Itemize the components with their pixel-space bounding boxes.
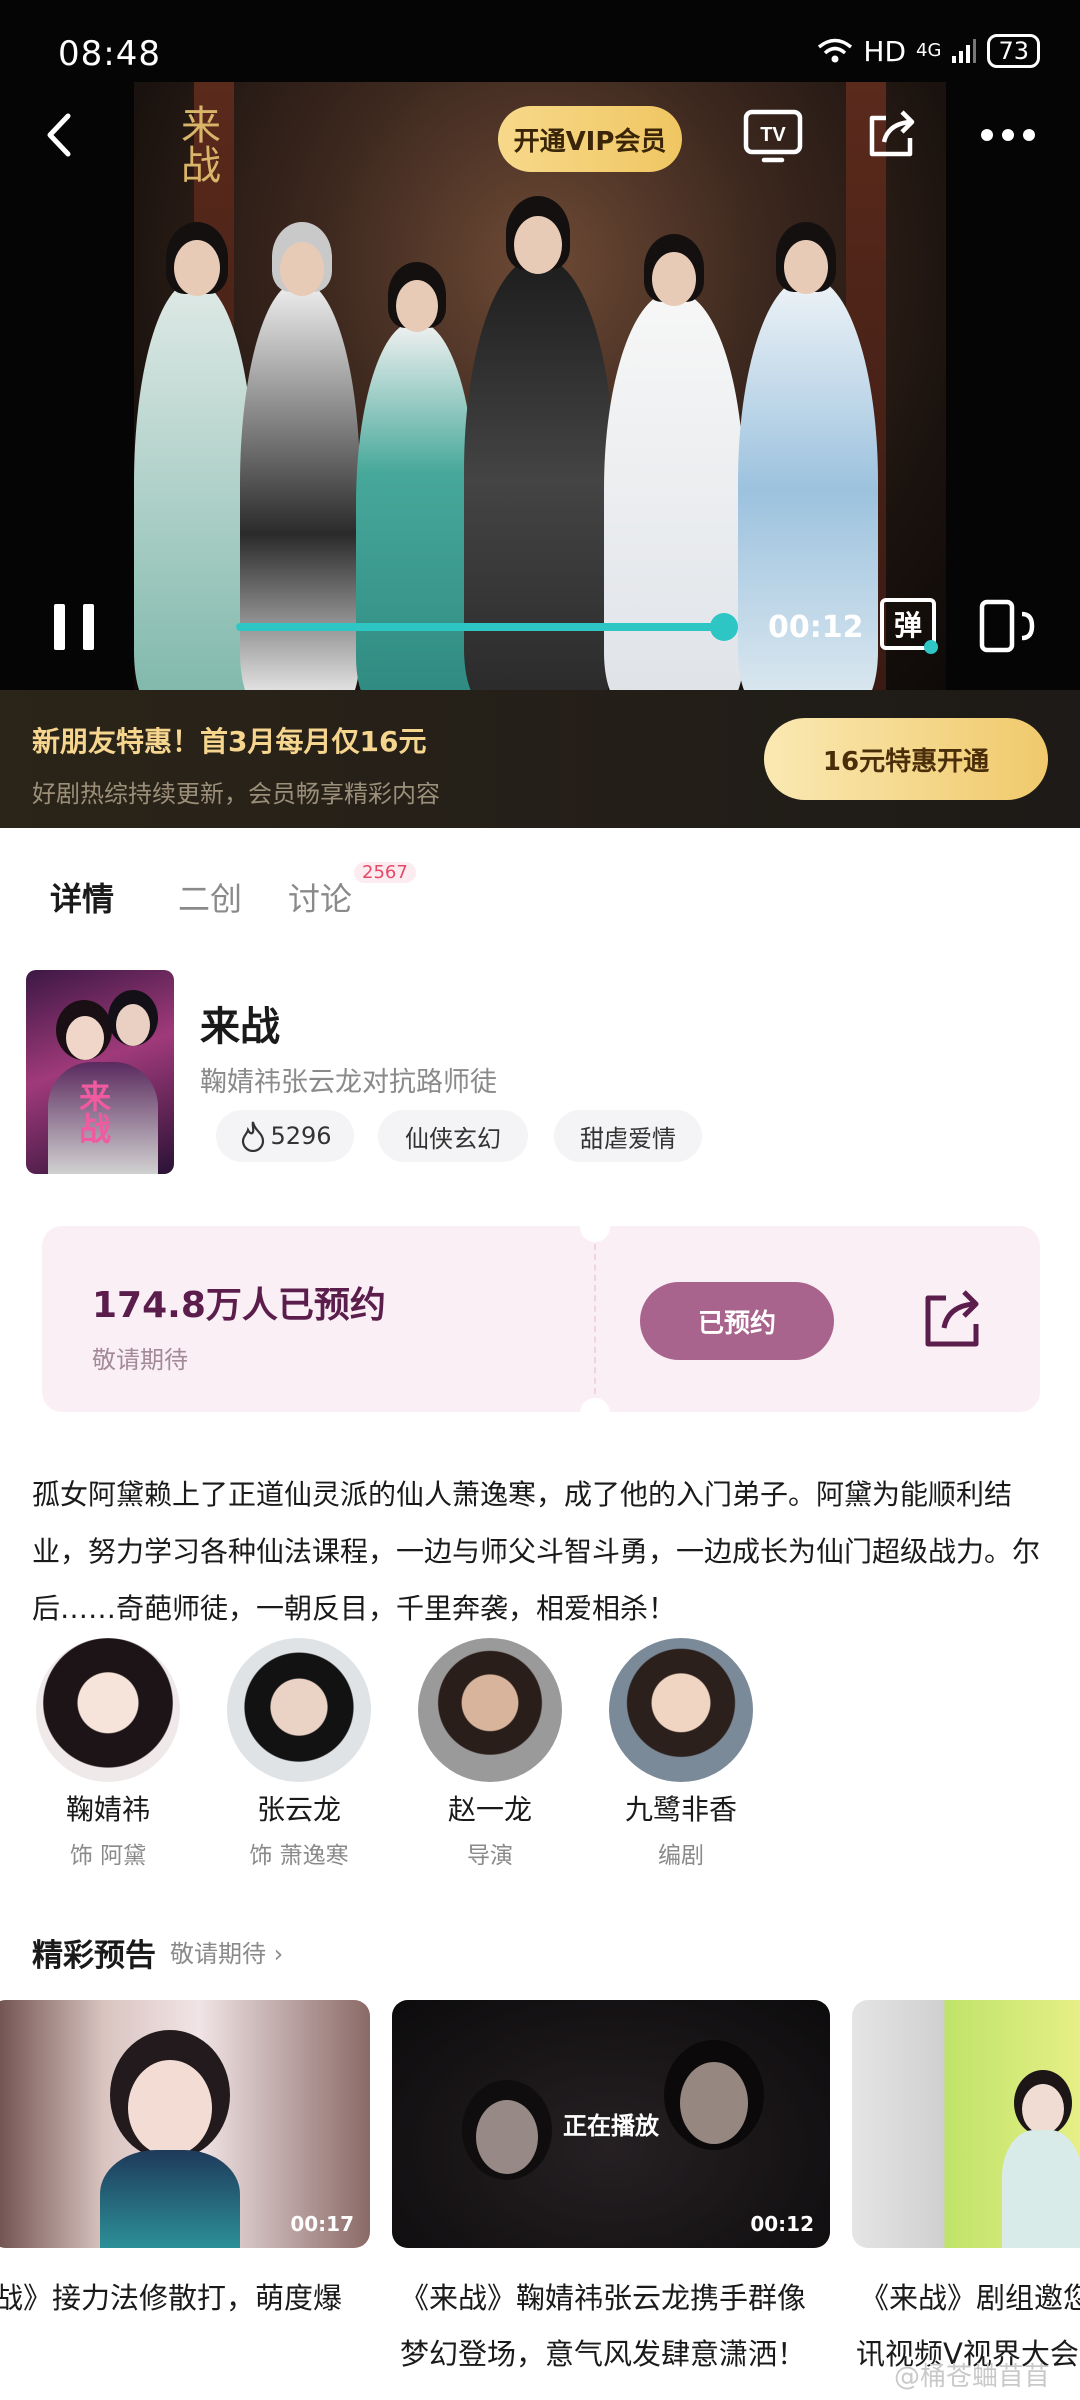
cast-role: 导演: [467, 1843, 513, 1869]
section-more-label: 敬请期待: [170, 1940, 266, 1968]
reserved-button[interactable]: 已预约: [640, 1282, 834, 1360]
progress-fill: [236, 623, 724, 631]
ticket-divider: [594, 1244, 596, 1394]
cast-name: 九鹭非香: [624, 1793, 737, 1826]
battery-indicator: 73: [987, 34, 1040, 68]
show-poster[interactable]: 来战: [26, 970, 174, 1174]
cast-role: 饰 萧逸寒: [249, 1843, 349, 1869]
show-subtitle: 鞠婧祎张云龙对抗路师徒: [200, 1067, 497, 1098]
share-icon[interactable]: [862, 104, 920, 162]
back-icon[interactable]: [40, 110, 80, 160]
figure-face: [784, 240, 828, 294]
trailer-duration: 00:12: [750, 2212, 814, 2236]
status-indicators: HD 4G 73: [817, 34, 1040, 68]
promo-title: 新朋友特惠！首3月每月仅16元: [32, 725, 427, 758]
trailer-card[interactable]: 00:17: [0, 2000, 370, 2248]
thumb-face: [128, 2060, 212, 2156]
current-time: 00:12: [768, 610, 864, 645]
thumb-costume: [1002, 2130, 1080, 2248]
now-playing-label: 正在播放: [563, 2112, 659, 2140]
reservation-count: 174.8万人已预约: [92, 1285, 386, 1326]
status-time: 08:48: [58, 34, 161, 74]
trailer-caption-line2[interactable]: 梦幻登场，意气风发肆意潇洒！: [400, 2326, 806, 2382]
ticket-notch: [580, 1398, 610, 1428]
figure-face: [514, 216, 562, 274]
video-frame[interactable]: 来战: [134, 82, 946, 690]
avatar[interactable]: [609, 1638, 753, 1782]
pause-icon[interactable]: [50, 600, 98, 654]
thumb-costume: [100, 2150, 240, 2248]
heat-value: 5296: [270, 1122, 332, 1150]
fullscreen-icon[interactable]: [978, 598, 1036, 654]
trailer-caption[interactable]: 战》接力法修散打，萌度爆: [0, 2270, 342, 2326]
more-icon[interactable]: [980, 128, 1036, 142]
chevron-right-icon: ›: [273, 1940, 284, 1968]
figure-face: [174, 240, 220, 296]
cast-role: 编剧: [658, 1843, 704, 1869]
wifi-icon: [818, 38, 853, 63]
flame-icon: [242, 1121, 265, 1152]
trailer-card[interactable]: 正在播放 00:12: [392, 2000, 830, 2248]
poster-face: [116, 1004, 150, 1046]
share-icon[interactable]: [918, 1284, 986, 1352]
cast-role: 饰 阿黛: [69, 1843, 147, 1869]
trailer-duration: 00:17: [290, 2212, 354, 2236]
ticket-notch: [580, 1212, 610, 1242]
genre-tag[interactable]: 甜虐爱情: [554, 1110, 702, 1162]
trailer-caption[interactable]: 《来战》鞠婧祎张云龙携手群像: [400, 2270, 806, 2326]
show-title: 来战: [200, 1004, 280, 1050]
tab-details[interactable]: 详情: [50, 874, 114, 920]
cast-name: 张云龙: [256, 1793, 341, 1826]
cast-name: 赵一龙: [447, 1793, 532, 1826]
avatar[interactable]: [36, 1638, 180, 1782]
reservation-subtitle: 敬请期待: [92, 1346, 188, 1374]
promo-subtitle: 好剧热综持续更新，会员畅享精彩内容: [32, 780, 440, 808]
tab-discussion[interactable]: 讨论: [288, 874, 352, 920]
tv-cast-icon[interactable]: TV: [742, 108, 804, 166]
figure-face: [652, 252, 696, 306]
thumb-face: [1022, 2084, 1064, 2134]
avatar[interactable]: [418, 1638, 562, 1782]
svg-text:TV: TV: [760, 124, 786, 146]
figure-face: [396, 280, 438, 332]
signal-label: 4G: [916, 40, 942, 61]
vip-button[interactable]: 开通VIP会员: [498, 106, 682, 172]
poster-face: [66, 1016, 104, 1060]
weibo-watermark: @桶苍蛐苜苜: [893, 2362, 1050, 2392]
poster-title-art: 来战: [74, 1080, 112, 1144]
promo-subscribe-button[interactable]: 16元特惠开通: [764, 718, 1048, 800]
video-watermark-logo: 来战: [174, 104, 220, 184]
trailer-card[interactable]: [852, 2000, 1080, 2248]
video-player[interactable]: 来战 08:48 HD 4G 73 开通VIP会员 TV 00:12 弹: [0, 0, 1080, 690]
tab-derivative[interactable]: 二创: [178, 874, 242, 920]
section-title: 精彩预告: [32, 1938, 156, 1974]
genre-tag[interactable]: 仙侠玄幻: [378, 1110, 528, 1162]
cast-name: 鞠婧祎: [65, 1793, 150, 1826]
network-label: HD: [863, 34, 907, 68]
synopsis[interactable]: 孤女阿黛赖上了正道仙灵派的仙人萧逸寒，成了他的入门弟子。阿黛为能顺利结业，努力学…: [32, 1466, 1052, 1637]
section-more-link[interactable]: 敬请期待 ›: [170, 1934, 283, 1969]
danmaku-on-dot: [924, 640, 938, 654]
figure-face: [280, 242, 324, 296]
heat-tag[interactable]: 5296: [216, 1110, 354, 1162]
figure: [356, 322, 476, 690]
signal-icon: [952, 39, 977, 63]
avatar[interactable]: [227, 1638, 371, 1782]
trailer-caption[interactable]: 《来战》剧组邀您: [860, 2270, 1080, 2326]
discussion-count-badge: 2567: [354, 862, 416, 883]
app-screen: { "status_bar": {"time": "08:48", "netwo…: [0, 0, 1080, 2400]
progress-thumb[interactable]: [710, 613, 738, 641]
